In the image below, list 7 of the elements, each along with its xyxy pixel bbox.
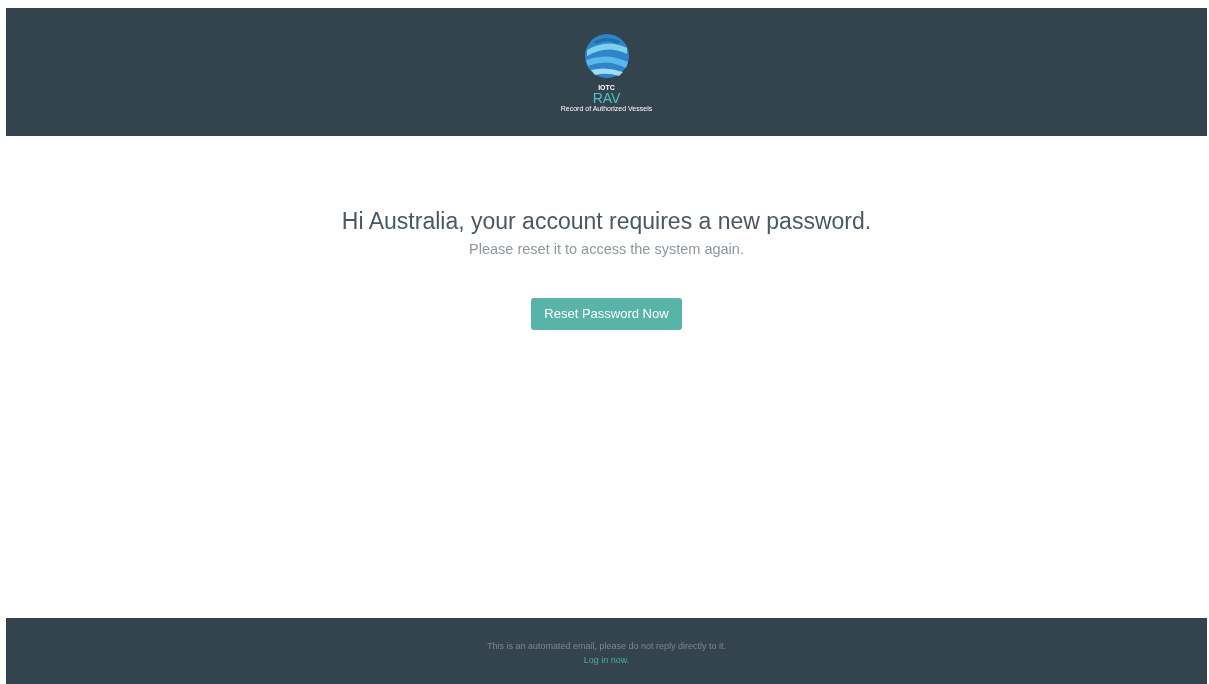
login-link[interactable]: Log in now. — [583, 653, 630, 667]
subheading: Please reset it to access the system again. — [469, 239, 744, 259]
app-title: RAV — [592, 90, 621, 106]
heading: Hi Australia, your account requires a new password. — [341, 207, 872, 236]
footer-note: This is an automated email, please do not reply directly to it. — [486, 640, 727, 653]
reset-password-button[interactable]: Reset Password Now — [531, 298, 682, 330]
globe-logo-icon — [582, 31, 631, 80]
